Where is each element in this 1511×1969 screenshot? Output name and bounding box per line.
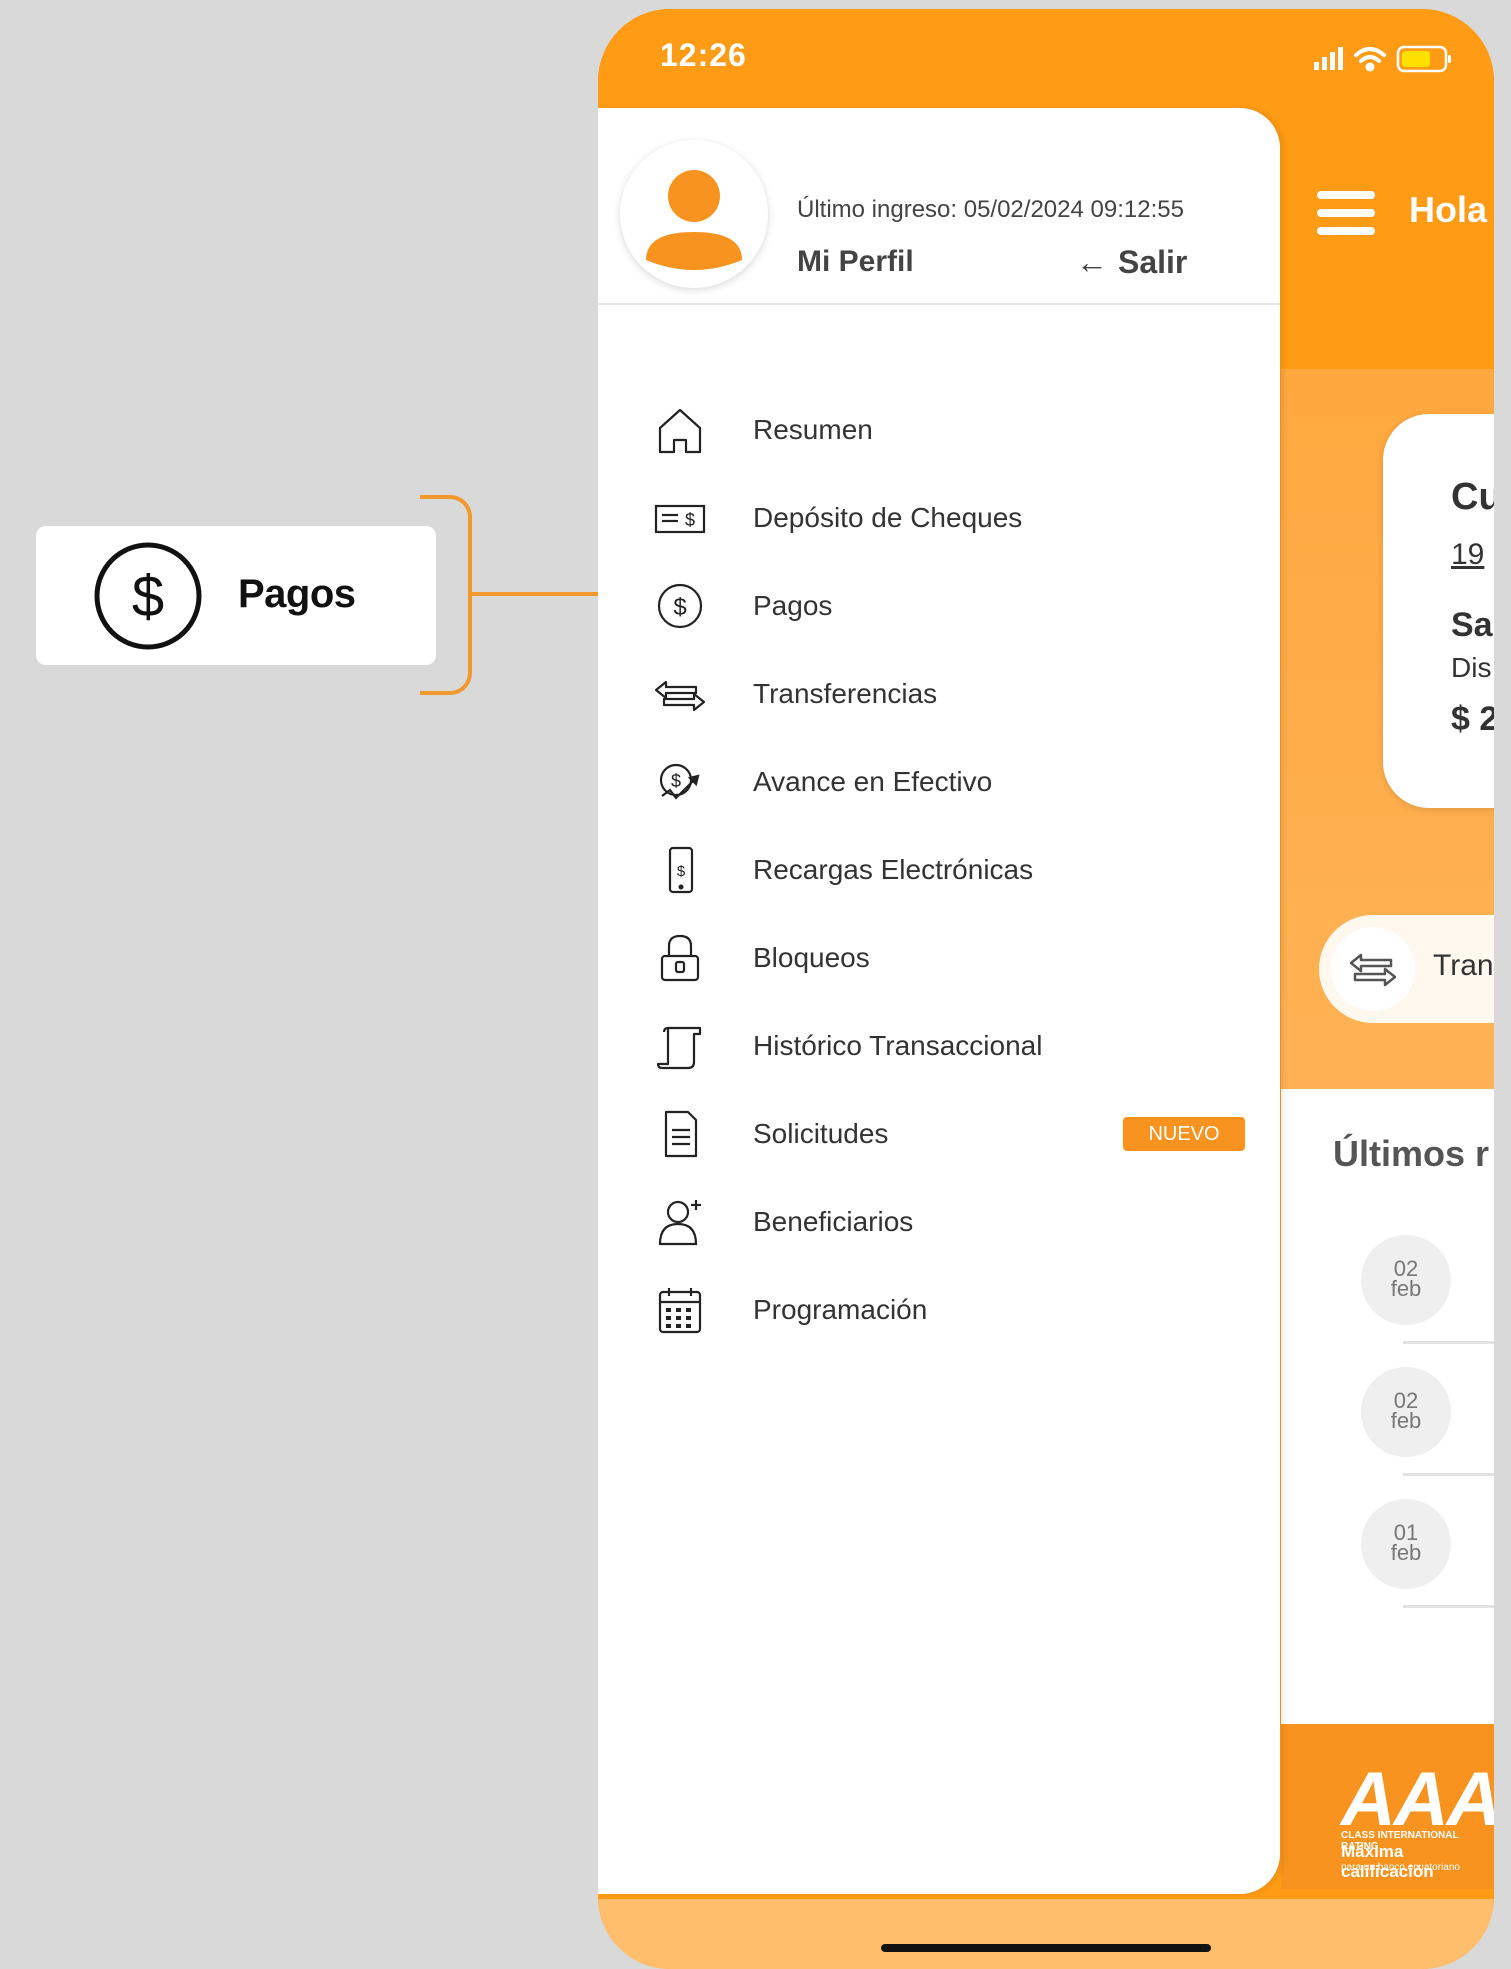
menu-item-recargas[interactable]: $ Recargas Electrónicas bbox=[598, 834, 1280, 904]
menu-item-pagos[interactable]: $ Pagos bbox=[598, 570, 1280, 640]
transfer-arrows-icon bbox=[1331, 927, 1415, 1011]
battery-icon bbox=[1396, 45, 1451, 73]
logout-button[interactable]: ← Salir bbox=[1076, 244, 1187, 281]
menu-item-label: Pagos bbox=[753, 590, 833, 621]
my-profile-link[interactable]: Mi Perfil bbox=[797, 245, 914, 279]
menu-item-bloqueos[interactable]: Bloqueos bbox=[598, 922, 1280, 992]
menu-item-label: Solicitudes bbox=[753, 1118, 889, 1149]
document-icon bbox=[664, 1110, 698, 1158]
user-avatar-icon bbox=[646, 170, 742, 270]
menu-item-label: Beneficiarios bbox=[753, 1206, 914, 1237]
profile-header: Último ingreso: 05/02/2024 09:12:55 Mi P… bbox=[598, 108, 1280, 305]
account-card-amount: $ 2 bbox=[1451, 700, 1494, 738]
signal-icon bbox=[1314, 47, 1343, 70]
scroll-icon bbox=[656, 1026, 702, 1070]
arrow-left-icon: ← bbox=[1076, 244, 1108, 280]
check-deposit-icon: $ bbox=[654, 504, 706, 534]
status-bar: 12:26 bbox=[598, 9, 1494, 109]
menu-item-transferencias[interactable]: Transferencias bbox=[598, 658, 1280, 728]
last-login-text: Último ingreso: 05/02/2024 09:12:55 bbox=[797, 196, 1184, 223]
menu-item-label: Programación bbox=[753, 1294, 928, 1325]
rating-line3: para un banco ecuatoriano bbox=[1341, 1862, 1460, 1873]
transfer-shortcut-button[interactable]: Tran bbox=[1319, 915, 1494, 1023]
callout-bracket bbox=[420, 495, 472, 695]
transfer-arrows-icon bbox=[654, 680, 706, 712]
menu-item-beneficiarios[interactable]: Beneficiarios bbox=[598, 1186, 1280, 1256]
greeting: Hola bbox=[1409, 189, 1488, 230]
hamburger-menu-icon[interactable] bbox=[1317, 191, 1375, 235]
home-indicator[interactable] bbox=[881, 1944, 1211, 1952]
cash-advance-icon: $ bbox=[659, 763, 700, 800]
menu-item-deposito-cheques[interactable]: $ Depósito de Cheques bbox=[598, 482, 1280, 552]
account-card[interactable]: Cu 19 Sa Dis $ 2 bbox=[1383, 414, 1494, 808]
bottom-band bbox=[598, 1899, 1494, 1969]
side-drawer: Último ingreso: 05/02/2024 09:12:55 Mi P… bbox=[598, 108, 1280, 1894]
add-user-icon bbox=[658, 1200, 701, 1246]
menu-item-label: Recargas Electrónicas bbox=[753, 854, 1034, 885]
movement-date: 01 feb bbox=[1361, 1499, 1451, 1589]
callout-label: Pagos bbox=[238, 572, 356, 616]
menu-item-programacion[interactable]: Programación bbox=[598, 1274, 1280, 1344]
avatar[interactable] bbox=[620, 140, 768, 288]
home-icon bbox=[658, 408, 702, 454]
movement-date: 02 feb bbox=[1361, 1235, 1451, 1325]
wifi-icon bbox=[1354, 47, 1386, 72]
menu-item-label: Depósito de Cheques bbox=[753, 502, 1023, 533]
movement-row[interactable]: 02 feb bbox=[1361, 1235, 1494, 1355]
movement-row[interactable]: 02 feb bbox=[1361, 1367, 1494, 1487]
menu-item-label: Bloqueos bbox=[753, 942, 870, 973]
svg-text:$: $ bbox=[132, 564, 164, 629]
new-badge: NUEVO bbox=[1123, 1117, 1245, 1151]
phone-recharge-icon: $ bbox=[668, 846, 694, 894]
status-icons bbox=[1314, 45, 1451, 73]
menu-item-historico[interactable]: Histórico Transaccional bbox=[598, 1010, 1280, 1080]
menu-item-label: Histórico Transaccional bbox=[753, 1030, 1043, 1061]
menu-item-label: Transferencias bbox=[753, 678, 938, 709]
svg-text:$: $ bbox=[671, 771, 681, 791]
menu-item-label: Resumen bbox=[753, 414, 873, 445]
pagos-callout: $ Pagos bbox=[36, 526, 436, 665]
movement-date: 02 feb bbox=[1361, 1367, 1451, 1457]
recent-movements-title: Últimos r bbox=[1333, 1133, 1490, 1174]
recent-movements: Últimos r 02 feb 02 feb 01 feb bbox=[1281, 1089, 1494, 1724]
movement-row[interactable]: 01 feb bbox=[1361, 1499, 1494, 1619]
lock-icon bbox=[660, 934, 700, 982]
calendar-icon bbox=[658, 1288, 702, 1334]
account-card-title: Cu bbox=[1451, 476, 1494, 518]
menu-item-label: Avance en Efectivo bbox=[753, 766, 993, 797]
account-card-available-label: Dis bbox=[1451, 652, 1492, 683]
transfer-shortcut-label: Tran bbox=[1433, 949, 1494, 982]
dollar-circle-icon: $ bbox=[657, 583, 703, 629]
rating-banner: AAA CLASS INTERNATIONAL RATING Máxima ca… bbox=[1281, 1724, 1494, 1889]
account-card-number: 19 bbox=[1451, 538, 1485, 571]
phone-frame: 12:26 Hola Cu 19 Sa Dis $ 2 Tran Últimos… bbox=[598, 9, 1494, 1969]
svg-text:$: $ bbox=[685, 510, 695, 530]
menu-item-resumen[interactable]: Resumen bbox=[598, 394, 1280, 464]
menu-item-solicitudes[interactable]: Solicitudes NUEVO bbox=[598, 1098, 1280, 1168]
menu-item-avance-efectivo[interactable]: $ Avance en Efectivo bbox=[598, 746, 1280, 816]
logout-label: Salir bbox=[1118, 244, 1188, 280]
svg-text:$: $ bbox=[677, 863, 686, 880]
dollar-circle-icon: $ bbox=[94, 542, 202, 650]
svg-text:$: $ bbox=[673, 594, 686, 621]
account-card-balance-title: Sa bbox=[1451, 606, 1493, 644]
background-home-screen: Hola Cu 19 Sa Dis $ 2 Tran Últimos r 02 bbox=[1281, 109, 1494, 1889]
status-time: 12:26 bbox=[660, 37, 747, 73]
